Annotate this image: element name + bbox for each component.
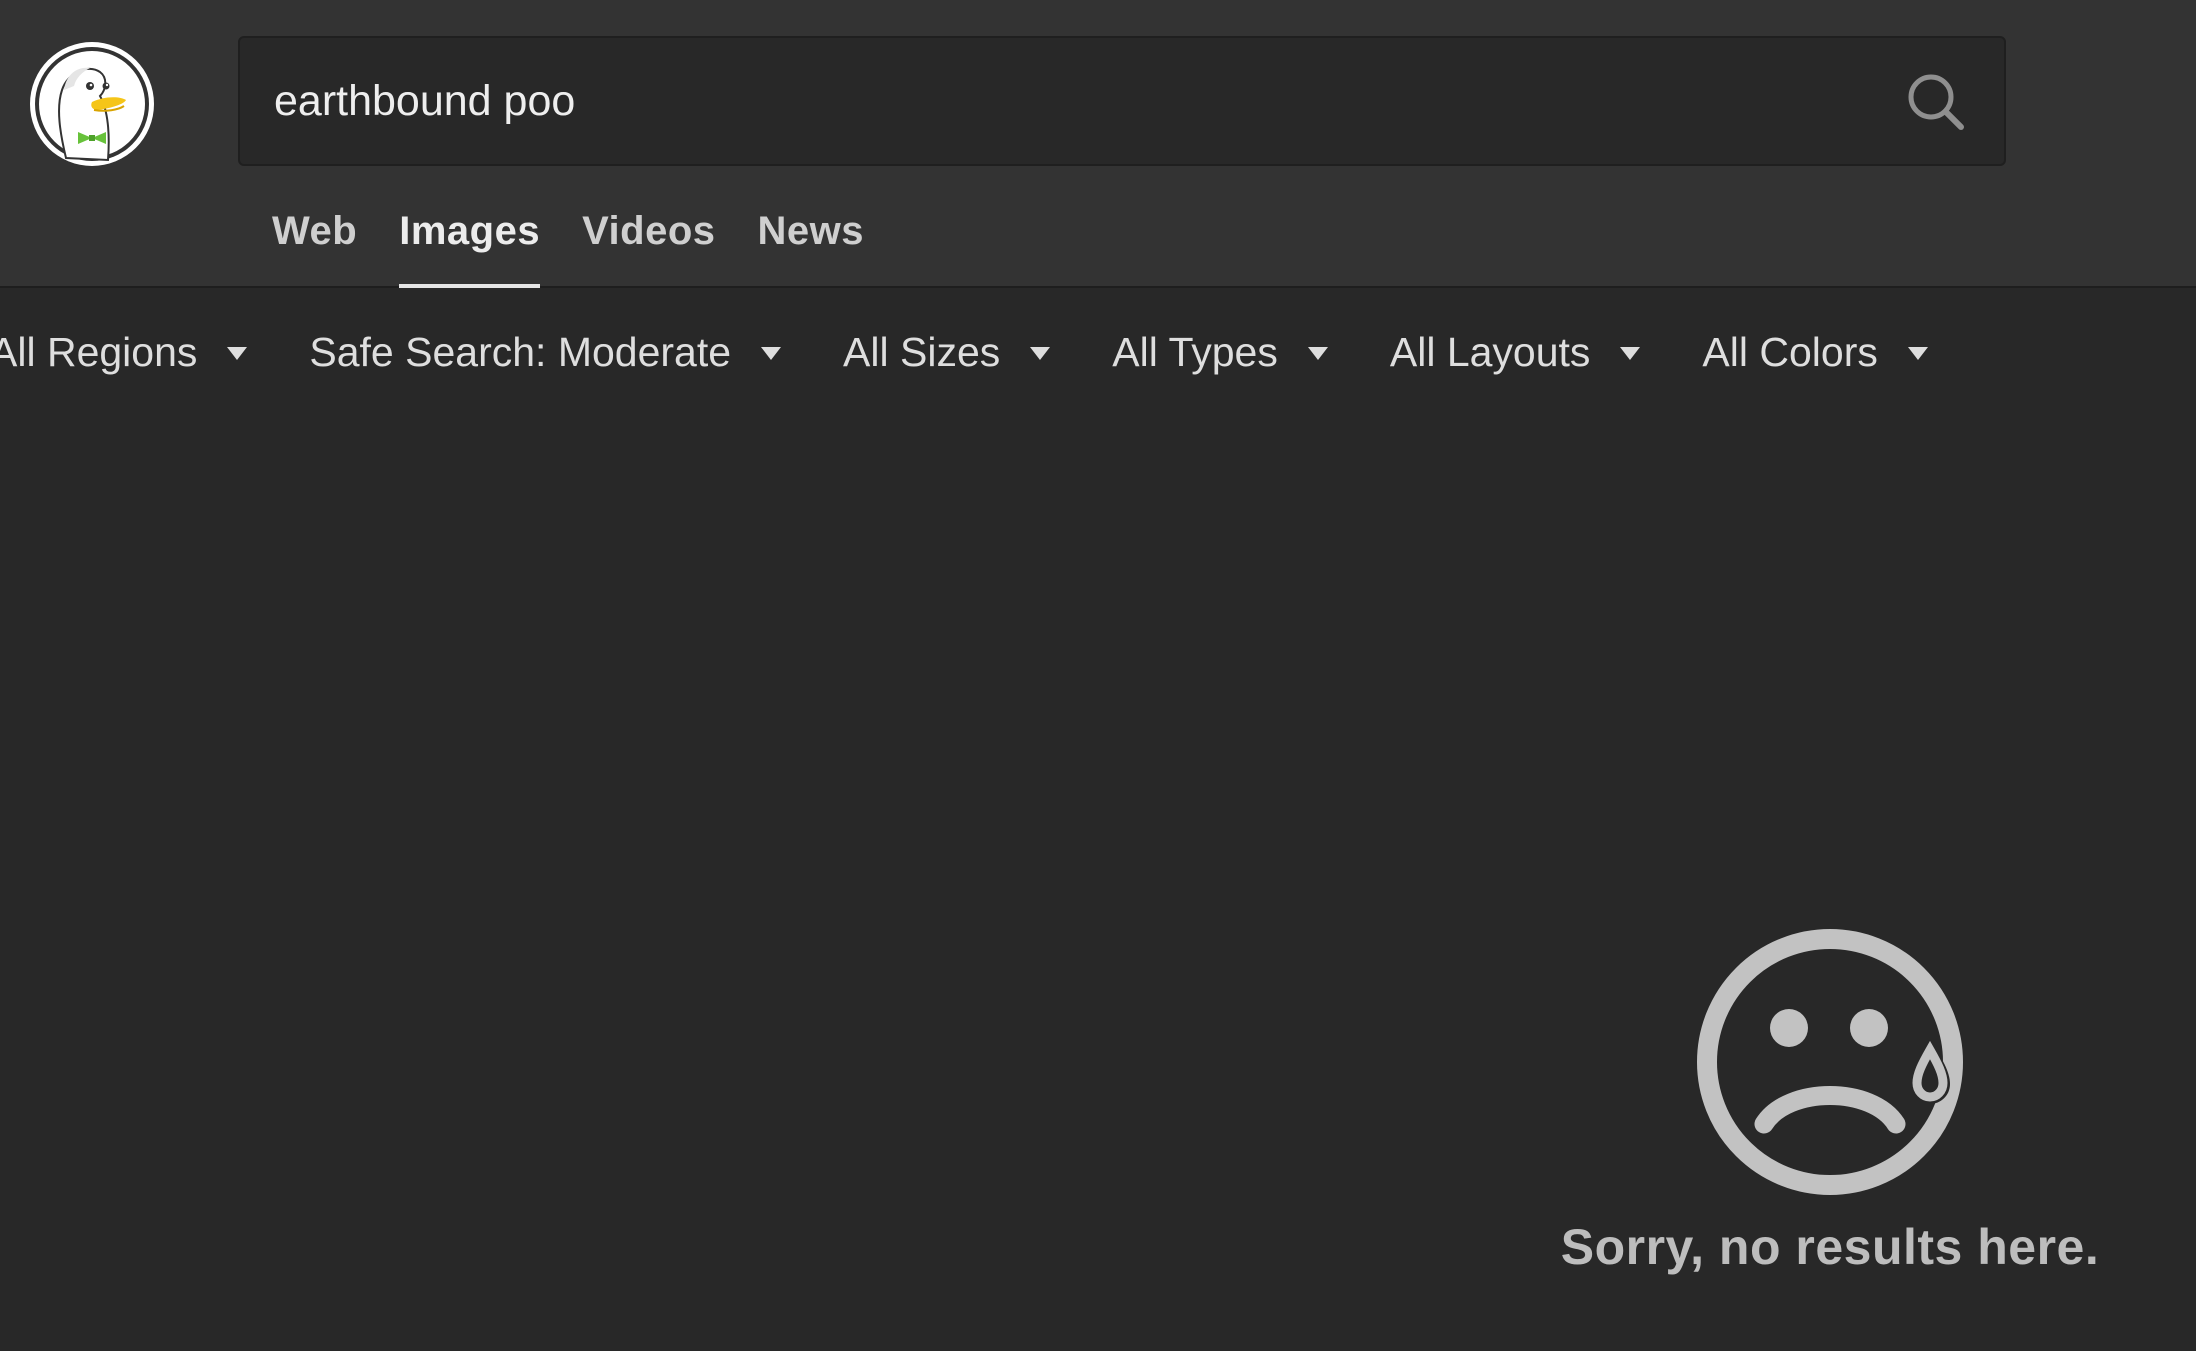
tab-images[interactable]: Images	[399, 198, 540, 288]
filter-safe-search-dropdown[interactable]: Safe Search: Moderate	[309, 328, 782, 376]
no-results-panel: Sorry, no results here.	[1540, 928, 2120, 1276]
filter-label: All Sizes	[843, 328, 1001, 375]
caret-down-icon	[1620, 346, 1641, 360]
caret-down-icon	[1030, 346, 1051, 360]
sad-face-tear-icon	[1697, 929, 1963, 1195]
search-icon[interactable]	[1906, 72, 1966, 132]
filter-label: All Regions	[0, 328, 198, 375]
search-box	[238, 36, 2006, 166]
search-type-tabs: Web Images Videos News	[272, 198, 906, 288]
filter-colors-dropdown[interactable]: All Colors	[1702, 328, 1928, 376]
filter-label: All Types	[1112, 328, 1278, 375]
search-input[interactable]	[274, 38, 1854, 164]
filter-layouts-dropdown[interactable]: All Layouts	[1390, 329, 1641, 376]
caret-down-icon	[227, 346, 248, 360]
caret-down-icon	[1307, 346, 1328, 360]
filter-bar: All Regions Safe Search: Moderate All Si…	[0, 322, 1990, 382]
tab-web[interactable]: Web	[272, 198, 357, 288]
filter-label: Safe Search: Moderate	[309, 328, 732, 375]
filter-types-dropdown[interactable]: All Types	[1112, 329, 1328, 376]
tab-news[interactable]: News	[758, 198, 865, 288]
filter-sizes-dropdown[interactable]: All Sizes	[843, 328, 1051, 376]
filter-regions-dropdown[interactable]: All Regions	[0, 328, 248, 376]
caret-down-icon	[761, 346, 782, 360]
tab-videos[interactable]: Videos	[582, 198, 715, 288]
duckduckgo-logo-icon[interactable]	[26, 38, 158, 170]
filter-label: All Colors	[1702, 328, 1878, 375]
caret-down-icon	[1907, 346, 1928, 360]
filter-label: All Layouts	[1389, 328, 1591, 375]
header: Web Images Videos News	[0, 0, 2196, 288]
no-results-message: Sorry, no results here.	[1560, 1219, 2100, 1275]
